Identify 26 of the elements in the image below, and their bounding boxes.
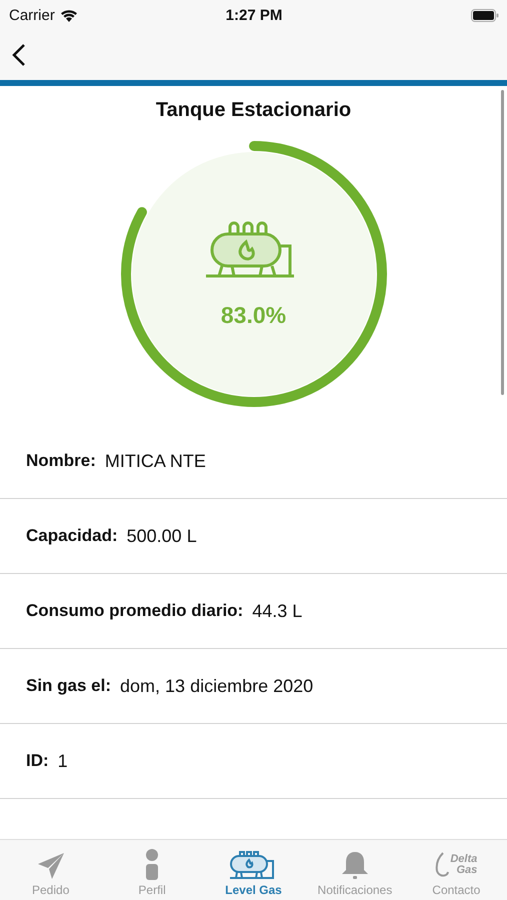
- delta-gas-logo: Delta Gas: [435, 849, 478, 881]
- detail-label: Sin gas el:: [26, 676, 112, 696]
- page-title: Tanque Estacionario: [154, 99, 352, 122]
- tab-bar-item[interactable]: Delta Gas Contacto: [406, 840, 507, 900]
- paper-plane-icon: [36, 851, 66, 881]
- detail-value: 44.3 L: [252, 600, 302, 622]
- carrier-label: Carrier: [9, 6, 55, 24]
- detail-value: dom, 13 diciembre 2020: [120, 676, 314, 696]
- tab-bar-item[interactable]: Perfil: [101, 840, 203, 900]
- tab-bar-item[interactable]: Pedido: [0, 840, 102, 900]
- level-percentage: 83.0%: [220, 302, 286, 328]
- detail-value: 500.00 L: [126, 526, 197, 546]
- detail-label: Nombre:: [26, 451, 96, 471]
- back-icon[interactable]: [12, 43, 26, 67]
- detail-label: Consumo promedio diario:: [26, 601, 244, 621]
- wifi-icon: [60, 8, 78, 22]
- detail-label: ID:: [26, 751, 49, 771]
- bell-icon: [340, 851, 369, 881]
- detail-value: 1: [58, 750, 68, 772]
- detail-label: Capacidad:: [26, 526, 118, 546]
- person-icon: [144, 849, 160, 881]
- battery-icon: [471, 8, 499, 22]
- tab-bar-item[interactable]: Notificaciones: [304, 840, 406, 900]
- tab-bar-item[interactable]: Level Gas: [202, 840, 304, 900]
- detail-value: MITICA NTE: [104, 450, 206, 472]
- status-time: 1:27 PM: [226, 6, 282, 24]
